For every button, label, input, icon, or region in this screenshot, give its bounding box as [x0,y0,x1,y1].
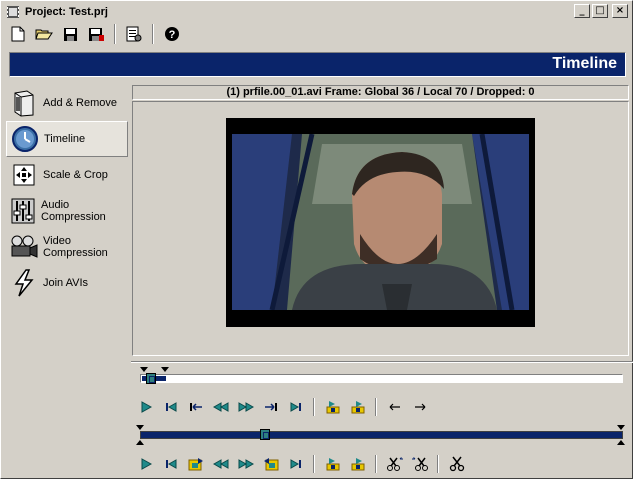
sidebar-item-scale-crop[interactable]: Scale & Crop [6,157,128,193]
mark-out-icon[interactable] [345,396,370,418]
playback-controls-bottom [133,453,469,475]
scissors-icon[interactable] [444,453,469,475]
video-preview [226,118,535,327]
insert-frame-icon[interactable] [183,453,208,475]
play-icon[interactable] [133,396,158,418]
audio-mixer-icon [10,197,36,225]
sidebar-item-label: Scale & Crop [43,169,108,181]
split-left-icon[interactable] [382,453,407,475]
right-arrow-icon[interactable] [407,396,432,418]
section-title: Timeline [552,55,617,72]
next-key-icon[interactable] [258,396,283,418]
controls-separator [313,455,315,473]
timeline-end-marker-bottom[interactable] [617,440,625,445]
timeline-start-marker-bottom[interactable] [136,440,144,445]
save-icon[interactable] [59,23,81,45]
fast-forward-icon[interactable] [233,453,258,475]
insert-frame-end-icon[interactable] [258,453,283,475]
sidebar-item-label: Join AVIs [43,277,89,289]
play-icon[interactable] [133,453,158,475]
main-toolbar: ? [3,22,630,46]
sidebar: Add & Remove Timeline Scale & Crop Audio… [6,85,128,301]
sidebar-item-label: Audio Compression [41,199,106,223]
last-frame-icon[interactable] [283,396,308,418]
save-as-icon[interactable] [85,23,107,45]
rewind-icon[interactable] [208,396,233,418]
open-icon[interactable] [33,23,55,45]
book-icon [10,89,38,117]
first-frame-icon[interactable] [158,453,183,475]
lightning-icon [10,269,38,297]
app-window: Project: Test.prj _ □ × ? Timeline Add &… [0,0,633,479]
section-header: Timeline [9,52,626,77]
window-title: Project: Test.prj [25,6,108,18]
film-strip-icon [6,5,20,19]
playback-controls-top [133,396,432,418]
new-icon[interactable] [7,23,29,45]
video-info-bar: (1) prfile.00_01.avi Frame: Global 36 / … [132,85,629,100]
sidebar-item-label: Video Compression [43,235,108,259]
mark-out-icon[interactable] [345,453,370,475]
properties-icon[interactable] [123,23,145,45]
toolbar-separator [152,24,154,44]
fast-forward-icon[interactable] [233,396,258,418]
minimize-button[interactable]: _ [574,4,590,18]
divider [131,361,633,363]
rewind-icon[interactable] [208,453,233,475]
range-end-marker[interactable] [161,367,169,372]
sidebar-item-join-avis[interactable]: Join AVIs [6,265,128,301]
controls-separator [375,398,377,416]
svg-text:?: ? [169,29,176,41]
title-bar[interactable]: Project: Test.prj _ □ × [3,3,630,21]
overview-track[interactable] [140,374,623,383]
sidebar-item-timeline[interactable]: Timeline [6,121,128,157]
timeline-end-marker[interactable] [617,425,625,430]
help-icon[interactable]: ? [161,23,183,45]
timeline-start-marker[interactable] [136,425,144,430]
sidebar-item-add-remove[interactable]: Add & Remove [6,85,128,121]
overview-thumb[interactable] [146,373,156,384]
sidebar-item-label: Timeline [44,133,86,145]
video-frame [232,134,529,310]
left-arrow-icon[interactable] [382,396,407,418]
toolbar-separator [114,24,116,44]
split-right-icon[interactable] [407,453,432,475]
controls-separator [437,455,439,473]
first-frame-icon[interactable] [158,396,183,418]
timeline-track[interactable] [140,431,623,439]
move-arrows-icon [10,161,38,189]
last-frame-icon[interactable] [283,453,308,475]
controls-separator [375,455,377,473]
range-start-marker[interactable] [140,367,148,372]
window-controls: _ □ × [574,4,628,18]
mark-in-icon[interactable] [320,453,345,475]
mark-in-icon[interactable] [320,396,345,418]
maximize-button[interactable]: □ [592,4,608,18]
prev-key-icon[interactable] [183,396,208,418]
sidebar-item-audio-compression[interactable]: Audio Compression [6,193,128,229]
clock-icon [11,125,39,153]
video-camera-icon [10,233,38,261]
close-button[interactable]: × [612,4,628,18]
timeline-thumb[interactable] [260,429,270,440]
controls-separator [313,398,315,416]
sidebar-item-label: Add & Remove [43,97,117,109]
sidebar-item-video-compression[interactable]: Video Compression [6,229,128,265]
